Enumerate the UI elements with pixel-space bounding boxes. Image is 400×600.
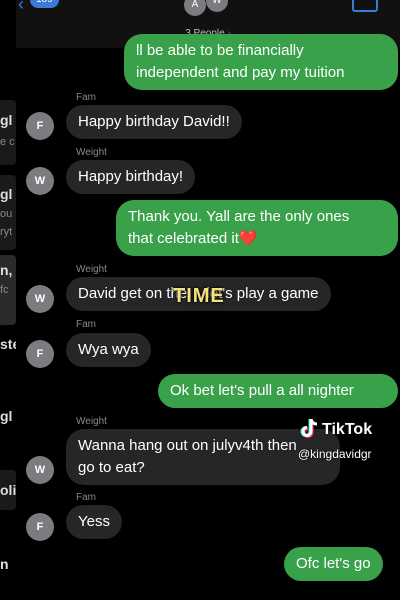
sender-name: Fam [76,92,96,103]
tiktok-brand-label: TikTok [322,421,373,438]
sender-avatar[interactable]: W [26,456,54,484]
message-bubble-incoming[interactable]: Happy birthday David!! [66,105,242,139]
sender-avatar[interactable]: F [26,112,54,140]
sender-name: Weight [76,147,107,158]
group-avatar[interactable]: W [206,0,228,12]
sender-avatar[interactable]: F [26,513,54,541]
tiktok-username: @kingdavidgr [298,447,372,461]
video-overlay-caption: TIME [173,285,225,307]
background-app-strip: gl e c gl ou ryt n, fc ste gl olic n [0,0,16,600]
message-bubble-incoming[interactable]: Yess [66,505,122,539]
heart-emoji: ❤️ [238,230,258,247]
message-bubble-outgoing[interactable]: Ofc let's go [284,547,383,581]
sender-avatar[interactable]: W [26,167,54,195]
background-fragment: ryt [0,226,13,238]
background-fragment: gl [0,186,13,202]
background-fragment: ou [0,208,13,220]
background-card [0,100,16,165]
back-chevron-icon[interactable]: ‹ [18,0,24,15]
message-bubble-outgoing[interactable]: ll be able to be financially independent… [124,34,398,90]
background-fragment: fc [0,284,9,296]
message-bubble-outgoing[interactable]: Ok bet let's pull a all nighter [158,374,398,408]
background-fragment: olic [0,482,16,498]
group-avatar[interactable]: A [184,0,206,16]
video-call-icon[interactable] [352,0,378,12]
unread-count-badge[interactable]: 189 [30,0,59,8]
message-bubble-incoming[interactable]: Wya wya [66,333,151,367]
background-fragment: n, [0,262,13,278]
sender-name: Fam [76,319,96,330]
background-fragment: n [0,556,9,572]
sender-name: Fam [76,492,96,503]
background-fragment: gl [0,112,13,128]
messages-screen: ‹ 189 A W 3 People › ll be able to be fi… [16,0,400,600]
sender-name: Weight [76,264,107,275]
tiktok-logo-icon [300,418,318,438]
message-bubble-incoming[interactable]: Happy birthday! [66,160,196,194]
sender-avatar[interactable]: F [26,340,54,368]
background-fragment: gl [0,408,13,424]
message-bubble-outgoing[interactable]: Thank you. Yall are the only ones that c… [116,200,398,256]
background-fragment: ste [0,336,16,352]
sender-avatar[interactable]: W [26,285,54,313]
background-fragment: e c [0,136,15,148]
sender-name: Weight [76,416,107,427]
